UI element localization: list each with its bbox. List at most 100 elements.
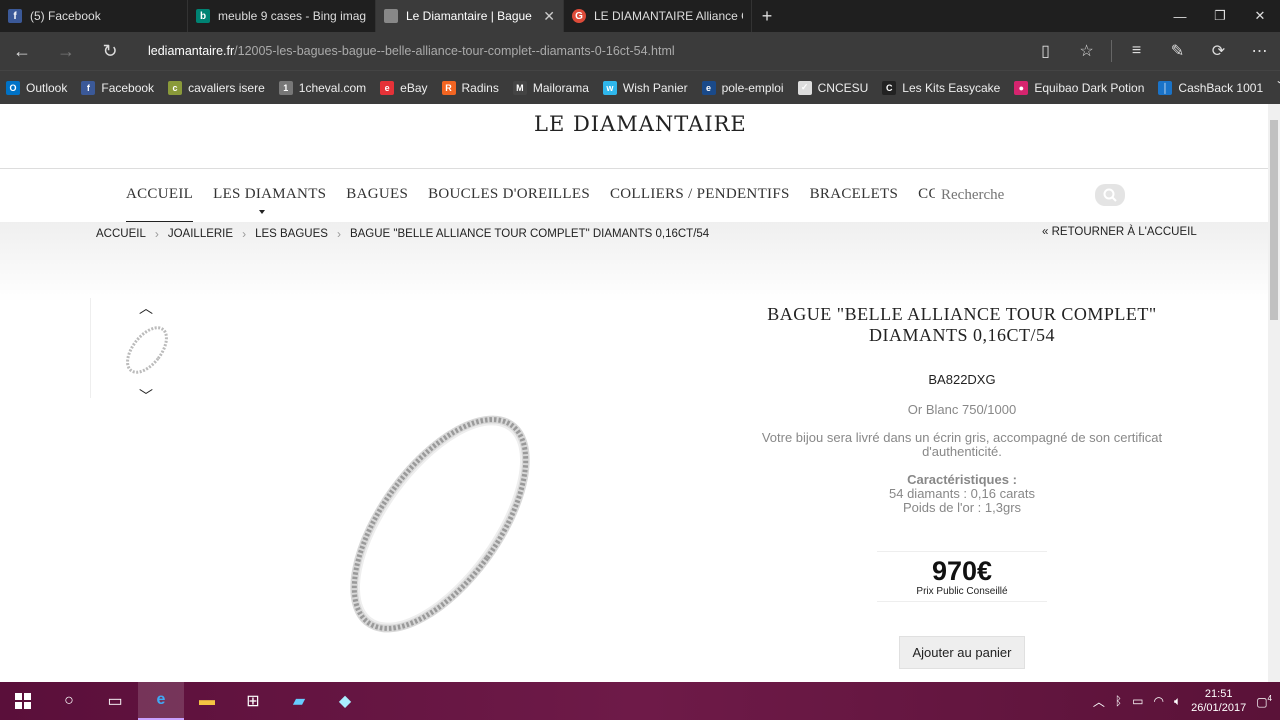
clock[interactable]: 21:51 26/01/2017 [1191, 687, 1246, 715]
file-explorer-icon[interactable]: ▬ [184, 682, 230, 720]
browser-tab-active[interactable]: Le Diamantaire | Bague ✕ [376, 0, 564, 32]
google-icon: G [572, 9, 586, 23]
breadcrumb: ACCUEIL › JOAILLERIE › LES BAGUES › BAGUE "… [96, 227, 710, 241]
product-title-line1: BAGUE "BELLE ALLIANCE TOUR COMPLET" [767, 304, 1157, 324]
hub-icon[interactable]: ≡ [1116, 32, 1157, 70]
chevron-up-icon[interactable]: ︿ [139, 298, 153, 318]
chevron-up-icon[interactable]: ︿ [1093, 693, 1105, 710]
favorite-equibao-dark-potion[interactable]: ● Equibao Dark Potion [1014, 80, 1145, 95]
favorite-outlook[interactable]: O Outlook [6, 80, 67, 95]
new-tab-button[interactable]: + [752, 0, 782, 32]
notification-count: 4 [1267, 693, 1272, 703]
cortana-icon[interactable]: ○ [46, 682, 92, 720]
clock-date: 26/01/2017 [1191, 702, 1247, 714]
thumbnail-carousel: ︿ ﹀ [90, 298, 200, 404]
battery-icon[interactable]: ▭ [1132, 694, 1143, 708]
url-path: /12005-les-bagues-bague--belle-alliance-… [234, 44, 675, 58]
favorite-icon: 1 [278, 80, 293, 95]
edge-icon[interactable]: e [138, 682, 184, 720]
favorite-icon: │ [1158, 80, 1173, 95]
feature-item: 54 diamants : 0,16 carats [889, 486, 1035, 501]
favorite-les-kits-easycake[interactable]: C Les Kits Easycake [882, 80, 1000, 95]
browser-tab[interactable]: b meuble 9 cases - Bing imag [188, 0, 376, 32]
menu-item-bagues[interactable]: BAGUES [346, 186, 408, 223]
app-icon[interactable]: ▰ [276, 682, 322, 720]
favorite-label: cavaliers isere [188, 80, 265, 95]
clock-time: 21:51 [1204, 688, 1233, 700]
volume-icon[interactable]: 🔈︎ [1174, 694, 1181, 709]
favorite-label: CashBack 1001 [1178, 80, 1264, 95]
favorite-facebook[interactable]: f Facebook [81, 80, 154, 95]
close-window-button[interactable]: ✕ [1240, 0, 1280, 32]
web-note-icon[interactable]: ✎ [1157, 32, 1198, 70]
features-title: Caractéristiques : [907, 472, 1017, 487]
wifi-icon[interactable]: ◠ [1153, 694, 1163, 708]
product-features: Caractéristiques : 54 diamants : 0,16 ca… [760, 473, 1164, 515]
page-icon [384, 9, 398, 23]
favorite-wish-panier[interactable]: w Wish Panier [602, 80, 688, 95]
store-icon[interactable]: ⊞ [230, 682, 276, 720]
product-image[interactable] [330, 404, 550, 649]
task-view-icon[interactable]: ▭ [92, 682, 138, 720]
close-tab-icon[interactable]: ✕ [543, 8, 555, 25]
favorite-label: 1cheval.com [298, 80, 367, 95]
browser-tab[interactable]: f (5) Facebook [0, 0, 188, 32]
favorite-radins[interactable]: R Radins [441, 80, 499, 95]
taskbar: ○ ▭ e ▬ ⊞ ▰ ◆ ︿ ᛒ ▭ ◠ 🔈︎ 21:51 26/01/201… [0, 682, 1280, 720]
add-to-cart-button[interactable]: Ajouter au panier [899, 636, 1025, 669]
url-domain: lediamantaire.fr [148, 44, 235, 58]
site-logo[interactable]: LE DIAMANTAIRE [534, 112, 747, 136]
breadcrumb-accueil[interactable]: ACCUEIL [96, 228, 146, 240]
favorite-label: Equibao Dark Potion [1034, 80, 1145, 95]
favorite-1cheval-com[interactable]: 1 1cheval.com [278, 80, 367, 95]
favorite-cavaliers-isere[interactable]: c cavaliers isere [168, 80, 265, 95]
favorite-ebay[interactable]: e eBay [380, 80, 428, 95]
minimize-button[interactable]: — [1160, 0, 1200, 32]
menu-item-les-diamants[interactable]: LES DIAMANTS [213, 186, 326, 223]
favorite-label: Wish Panier [622, 80, 688, 95]
favorite-pole-emploi[interactable]: e pole-emploi [701, 80, 784, 95]
favorite-icon: f [81, 80, 96, 95]
product-title: BAGUE "BELLE ALLIANCE TOUR COMPLET" DIAM… [760, 304, 1164, 346]
search-input[interactable] [935, 186, 1095, 204]
bluetooth-icon[interactable]: ᛒ [1115, 694, 1122, 708]
forward-button[interactable]: → [44, 32, 88, 70]
menu-item-bracelets[interactable]: BRACELETS [810, 186, 899, 223]
browser-tab[interactable]: G LE DIAMANTAIRE Alliance C [564, 0, 752, 32]
tab-title: (5) Facebook [30, 9, 101, 23]
windows-start-icon[interactable] [0, 682, 46, 720]
app-icon[interactable]: ◆ [322, 682, 368, 720]
refresh-button[interactable]: ↻ [88, 32, 132, 70]
ring-thumbnail[interactable] [121, 322, 173, 383]
menu-item-colliers[interactable]: COLLIERS / PENDENTIFS [610, 186, 790, 223]
back-to-home-link[interactable]: « RETOURNER À L'ACCUEIL [1042, 226, 1197, 238]
favorite-mailorama[interactable]: M Mailorama [512, 80, 589, 95]
product-description: Votre bijou sera livré dans un écrin gri… [761, 430, 1163, 459]
tab-bar: f (5) Facebook b meuble 9 cases - Bing i… [0, 0, 1280, 32]
breadcrumb-joaillerie[interactable]: JOAILLERIE [168, 228, 233, 240]
menu-item-accueil[interactable]: ACCUEIL [126, 186, 194, 223]
reading-view-icon[interactable]: ▯ [1025, 32, 1066, 70]
favorite-cncesu[interactable]: ✓ CNCESU [797, 80, 869, 95]
chevron-down-icon[interactable]: ﹀ [139, 386, 153, 406]
scrollbar[interactable] [1268, 104, 1280, 682]
favorite-icon: w [602, 80, 617, 95]
breadcrumb-les-bagues[interactable]: LES BAGUES [255, 228, 328, 240]
favorite-label: Radins [461, 80, 499, 95]
back-button[interactable]: ← [0, 32, 44, 70]
menu-item-boucles[interactable]: BOUCLES D'OREILLES [428, 186, 590, 223]
price-note: Prix Public Conseillé [916, 586, 1008, 597]
search-icon[interactable] [1095, 184, 1125, 206]
favorite-label: CNCESU [817, 80, 869, 95]
favorite-cashback-1001[interactable]: │ CashBack 1001 [1158, 80, 1264, 95]
maximize-button[interactable]: ❐ [1200, 0, 1240, 32]
more-icon[interactable]: ⋯ [1239, 32, 1280, 70]
logo-text: LE DIAMANTAIRE [534, 112, 747, 136]
favorite-label: pole-emploi [721, 80, 784, 95]
favorite-star-icon[interactable]: ☆ [1066, 32, 1107, 70]
address-field[interactable]: lediamantaire.fr/12005-les-bagues-bague-… [148, 44, 1025, 58]
notification-icon[interactable]: ▢4 [1256, 694, 1272, 709]
share-icon[interactable]: ⟳ [1198, 32, 1239, 70]
favorite-icon: M [512, 80, 527, 95]
facebook-icon: f [8, 9, 22, 23]
